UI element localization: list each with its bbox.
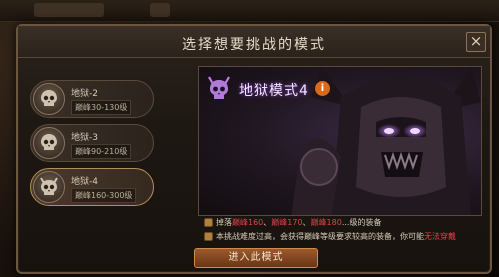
enter-mode-button[interactable]: 进入此模式 <box>194 248 318 268</box>
drop-icon <box>204 218 213 227</box>
skull-icon <box>33 83 65 115</box>
warning-icon <box>204 232 213 241</box>
drop-level-180: 巅峰180 <box>310 218 342 227</box>
mode-list: 地狱-2 巅峰30-130级 地狱-3 巅峰90-210级 地狱-4 巅峰160… <box>30 80 154 212</box>
mode-name: 地狱-3 <box>71 133 98 143</box>
info-icon[interactable]: i <box>315 81 330 96</box>
game-top-bar <box>0 0 499 22</box>
skull-icon <box>33 127 65 159</box>
top-bar-slot <box>34 3 104 17</box>
mode-level-range: 巅峰160-300级 <box>71 188 137 203</box>
warning-line: 本挑战难度过高，会获得巅峰等级要求较高的装备，你可能无法穿戴 <box>198 230 482 244</box>
close-button[interactable]: × <box>466 32 486 52</box>
mode-level-range: 巅峰90-210级 <box>71 144 132 159</box>
mode-title-header: 地狱模式4 i <box>205 75 345 105</box>
mode-name: 地狱-4 <box>71 177 98 187</box>
drop-level-160: 巅峰160 <box>232 218 264 227</box>
top-bar-slot <box>150 3 170 17</box>
dialog-title: 选择想要挑战的模式 <box>182 37 326 53</box>
mode-title: 地狱模式4 <box>239 83 309 99</box>
mode-name: 地狱-2 <box>71 89 98 99</box>
drop-text: 掉落 <box>216 218 232 227</box>
warning-text: 本挑战难度过高，会获得巅峰等级要求较高的装备，你可能 <box>216 232 424 241</box>
drop-info-line: 掉落巅峰160、巅峰170、巅峰180...级的装备 <box>198 216 482 230</box>
mode-select-dialog: 选择想要挑战的模式 × 地狱-2 巅峰30-130级 地狱-3 巅峰90-210… <box>16 24 492 274</box>
horned-skull-icon <box>33 171 65 203</box>
demon-skull-icon <box>208 76 230 99</box>
mode-preview-panel: 地狱模式4 i <box>198 66 482 216</box>
mode-item-hell-4[interactable]: 地狱-4 巅峰160-300级 <box>30 168 154 206</box>
drop-sep: 、 <box>302 218 311 227</box>
mode-item-hell-3[interactable]: 地狱-3 巅峰90-210级 <box>30 124 154 162</box>
dialog-title-bar: 选择想要挑战的模式 × <box>18 26 490 58</box>
mode-description: 掉落巅峰160、巅峰170、巅峰180...级的装备 本挑战难度过高，会获得巅峰… <box>198 216 482 248</box>
drop-text-end: ...级的装备 <box>341 218 382 227</box>
warning-highlight: 无法穿戴 <box>424 232 456 241</box>
mode-level-range: 巅峰30-130级 <box>71 100 132 115</box>
drop-level-170: 巅峰170 <box>271 218 303 227</box>
mode-item-hell-2[interactable]: 地狱-2 巅峰30-130级 <box>30 80 154 118</box>
